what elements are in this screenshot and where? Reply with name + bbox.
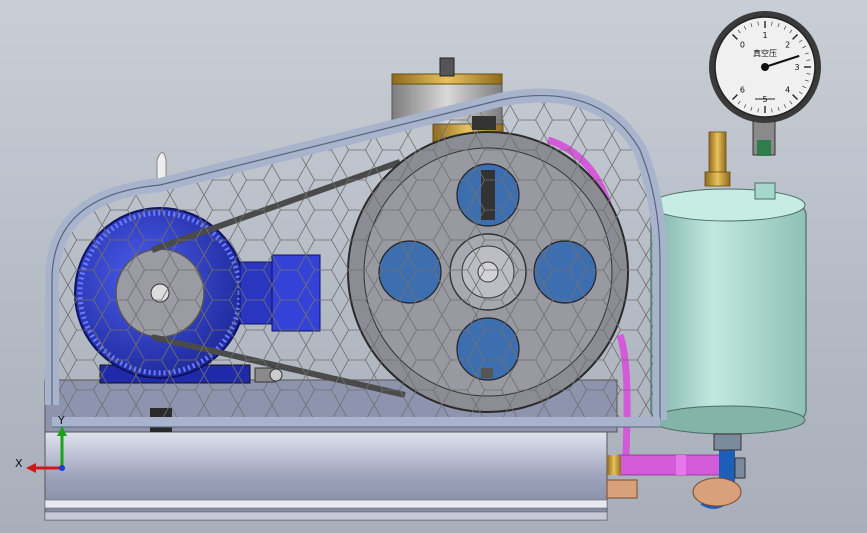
gauge-number: 2 (785, 40, 790, 49)
gauge-number: 4 (785, 86, 790, 95)
gauge-number: 0 (740, 40, 745, 49)
pump-assembly-drawing: 0123456 真空压 (15, 11, 821, 521)
receiver-tank (650, 182, 807, 435)
tank-valve (704, 131, 731, 187)
axis-y-label: Y (57, 414, 65, 427)
tension-bolt (254, 367, 283, 383)
gauge-number: 3 (794, 63, 799, 72)
gauge-number: 6 (740, 86, 745, 95)
gauge-number: 1 (762, 31, 767, 40)
gauge-dial-label: 真空压 (753, 48, 777, 58)
axis-x-label: X (15, 457, 23, 470)
belt-guard (45, 88, 667, 428)
